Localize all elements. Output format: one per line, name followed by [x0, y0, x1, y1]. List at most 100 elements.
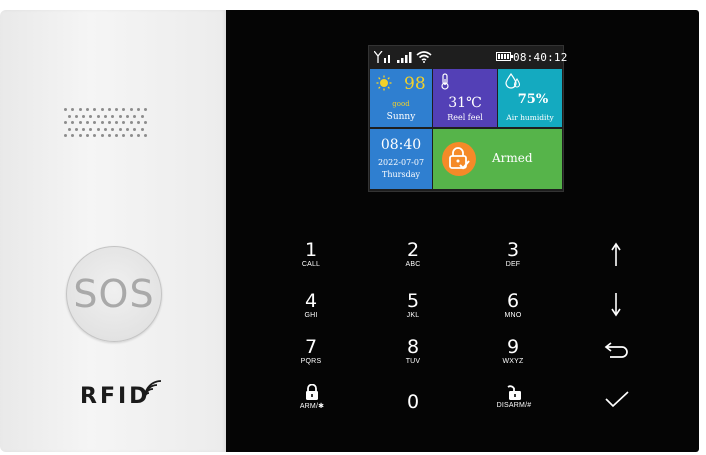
- key-1[interactable]: 1 CALL: [296, 241, 326, 269]
- key-digit: 3: [506, 239, 520, 261]
- speaker-hole: [137, 108, 140, 111]
- speaker-hole: [67, 114, 71, 118]
- speaker-hole: [122, 108, 126, 111]
- speaker-hole: [85, 108, 89, 111]
- key-8[interactable]: 8 TUV: [398, 336, 428, 366]
- disarm-key[interactable]: DISARM/#: [491, 384, 537, 409]
- speaker-hole: [107, 121, 111, 124]
- speaker-hole: [122, 121, 126, 124]
- wifi-icon: [416, 51, 432, 63]
- speaker-hole: [100, 108, 104, 111]
- arm-key[interactable]: ARM/✱: [292, 384, 332, 410]
- key-letters: MNO: [504, 312, 522, 319]
- status-bar: 08:40:12: [369, 46, 567, 68]
- key-digit: 0: [406, 391, 420, 413]
- speaker-hole: [64, 108, 67, 111]
- speaker-hole: [129, 121, 133, 124]
- key-9[interactable]: 9 WXYZ: [498, 338, 528, 366]
- arrow-up-icon[interactable]: [610, 242, 622, 268]
- speaker-hole: [137, 121, 140, 124]
- speaker-hole: [64, 134, 67, 137]
- speaker-hole: [71, 108, 75, 111]
- thermometer-icon: [441, 73, 449, 90]
- temperature-label: Reel feel: [447, 113, 483, 122]
- speaker-hole: [144, 121, 148, 124]
- alarm-panel: SOS RFID 08:40:12 98 good Sunny 31℃ Reel…: [0, 0, 706, 455]
- speaker-hole: [96, 114, 100, 118]
- battery-icon: [496, 52, 513, 61]
- weather-label: Sunny: [386, 112, 416, 122]
- key-2[interactable]: 2 ABC: [398, 239, 428, 269]
- speaker-hole: [74, 127, 78, 131]
- humidity-tile[interactable]: 75% Air humidity: [498, 69, 562, 127]
- speaker-hole: [93, 108, 97, 111]
- date-value: 2022-07-07: [377, 158, 425, 167]
- rfid-wave-icon: [144, 380, 162, 398]
- speaker-hole: [144, 108, 148, 111]
- speaker-hole: [100, 121, 104, 124]
- speaker-hole: [93, 134, 97, 137]
- key-5[interactable]: 5 JKL: [398, 290, 428, 320]
- speaker-hole: [71, 134, 75, 137]
- key-letters: ABC: [405, 261, 421, 268]
- arrow-down-icon[interactable]: [610, 291, 622, 317]
- speaker-hole: [115, 134, 119, 137]
- sos-button[interactable]: SOS: [66, 246, 162, 342]
- speaker-hole: [118, 114, 122, 118]
- antenna-signal-icon: [374, 51, 390, 63]
- key-letters: GHI: [304, 312, 318, 319]
- key-digit: 2: [406, 239, 420, 261]
- speaker-hole: [85, 121, 89, 124]
- speaker-hole: [140, 114, 144, 118]
- air-quality-value: 98: [404, 74, 426, 94]
- speaker-hole: [104, 114, 107, 118]
- speaker-hole: [111, 114, 115, 118]
- air-quality-tile[interactable]: 98 good Sunny: [370, 69, 432, 127]
- speaker-hole: [104, 127, 107, 131]
- speaker-hole: [115, 108, 119, 111]
- key-letters: WXYZ: [502, 358, 524, 365]
- speaker-grille-icon: [64, 108, 152, 140]
- speaker-hole: [107, 134, 111, 137]
- key-letters: PQRS: [300, 358, 322, 365]
- speaker-hole: [89, 127, 93, 131]
- time-value: 08:40: [380, 137, 422, 153]
- speaker-hole: [137, 134, 140, 137]
- key-4[interactable]: 4 GHI: [296, 290, 326, 320]
- speaker-hole: [122, 134, 126, 137]
- speaker-hole: [82, 127, 86, 131]
- back-arrow-icon[interactable]: [602, 342, 630, 360]
- speaker-hole: [85, 134, 89, 137]
- speaker-hole: [82, 114, 86, 118]
- datetime-tile[interactable]: 08:40 2022-07-07 Thursday: [370, 129, 432, 189]
- lock-icon: [306, 384, 318, 400]
- lcd-screen: 08:40:12 98 good Sunny 31℃ Reel feel 75%…: [368, 45, 567, 192]
- speaker-hole: [71, 121, 75, 124]
- speaker-hole: [133, 114, 137, 118]
- temperature-value: 31℃: [448, 95, 482, 111]
- status-clock: 08:40:12: [513, 51, 568, 64]
- speaker-hole: [125, 114, 129, 118]
- key-7[interactable]: 7 PQRS: [296, 336, 326, 366]
- key-0[interactable]: 0: [398, 393, 428, 412]
- disarm-key-label: DISARM/#: [496, 402, 532, 409]
- key-digit: 4: [304, 290, 318, 312]
- sun-icon: [376, 75, 392, 91]
- speaker-hole: [100, 134, 104, 137]
- arm-status-tile[interactable]: Armed: [433, 129, 562, 189]
- key-digit: 8: [406, 336, 420, 358]
- key-digit: 7: [304, 336, 318, 358]
- speaker-hole: [93, 121, 97, 124]
- check-icon[interactable]: [604, 390, 630, 408]
- arm-key-label: ARM/✱: [299, 403, 325, 410]
- droplet-icon: [505, 73, 521, 89]
- key-digit: 5: [406, 290, 420, 312]
- key-3[interactable]: 3 DEF: [498, 239, 528, 269]
- air-quality-label: good: [392, 100, 410, 108]
- speaker-hole: [78, 108, 82, 111]
- speaker-hole: [144, 134, 148, 137]
- temperature-tile[interactable]: 31℃ Reel feel: [433, 69, 497, 127]
- key-6[interactable]: 6 MNO: [498, 292, 528, 320]
- speaker-hole: [129, 108, 133, 111]
- shield-lock-icon: [442, 142, 476, 176]
